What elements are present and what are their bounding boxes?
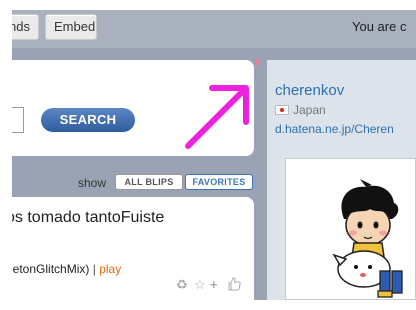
tab-embed[interactable]: Embed (45, 14, 97, 40)
star-icon[interactable]: ☆ (194, 277, 206, 293)
top-bar: nds Embed You are c (12, 10, 416, 48)
show-label: show (78, 176, 107, 190)
blip-source-line: getonGlitchMix) | play (12, 262, 121, 276)
profile-homepage-link[interactable]: d.hatena.ne.jp/Cheren (275, 122, 394, 136)
corner-marker (255, 60, 260, 65)
blip-text: os tomado tantoFuiste (12, 209, 165, 226)
plus-icon[interactable]: + (210, 277, 218, 292)
pointer-arrow-icon (185, 85, 249, 149)
thumbs-up-icon[interactable] (228, 277, 241, 294)
avatar-frame (285, 158, 416, 300)
blip-source: getonGlitchMix) (12, 262, 90, 276)
profile-location-text: Japan (293, 103, 326, 117)
filter-favorites-button[interactable]: FAVORITES (185, 174, 253, 190)
search-button[interactable]: SEARCH (41, 108, 135, 132)
filter-all-blips-button[interactable]: ALL BLIPS (115, 174, 183, 190)
recycle-icon[interactable]: ♻ (176, 277, 188, 293)
search-input[interactable] (12, 107, 24, 133)
profile-panel: cherenkov Japan d.hatena.ne.jp/Cheren (267, 60, 416, 300)
blip-separator: | (92, 262, 96, 276)
blip-actions: ♻ ☆ + (176, 277, 248, 293)
play-link[interactable]: play (99, 262, 121, 276)
account-status-text: You are c (352, 19, 407, 34)
japan-flag-icon (275, 105, 289, 115)
profile-username[interactable]: cherenkov (275, 82, 344, 99)
avatar[interactable] (326, 179, 416, 299)
tab-friends[interactable]: nds (12, 14, 39, 40)
blip-card: os tomado tantoFuiste getonGlitchMix) | … (12, 197, 254, 300)
profile-location: Japan (275, 103, 326, 117)
app-frame: nds Embed You are c SEARCH show ALL BLIP… (12, 10, 416, 300)
